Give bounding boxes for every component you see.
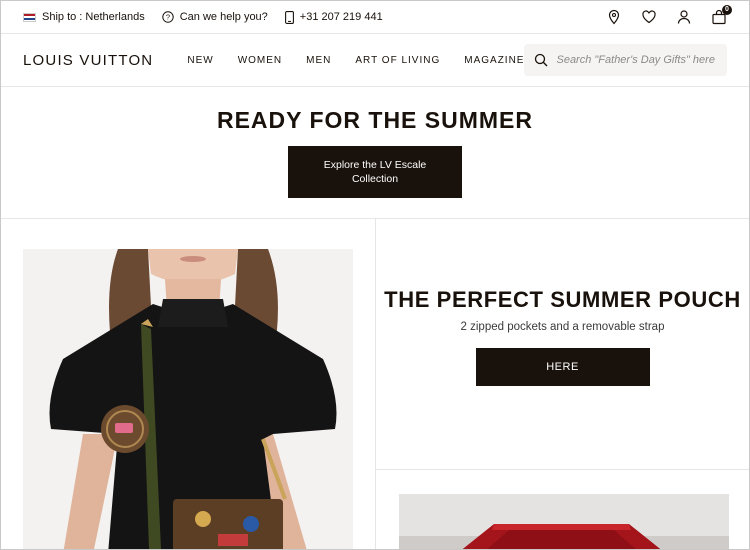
search-box[interactable] [524, 44, 727, 76]
account-icons: 0 [606, 5, 732, 25]
help-icon: ? [162, 11, 174, 23]
flag-nl-icon [23, 12, 36, 22]
product-teaser-image[interactable] [399, 494, 729, 549]
nav-item-women[interactable]: WOMEN [238, 55, 282, 66]
user-icon[interactable] [676, 9, 692, 25]
search-icon [534, 53, 548, 67]
phone-icon [284, 10, 294, 24]
svg-text:?: ? [166, 13, 170, 22]
promo-here-button[interactable]: HERE [475, 348, 650, 386]
main-nav: NEW WOMEN MEN ART OF LIVING MAGAZINE [187, 55, 524, 66]
phone-link[interactable]: +31 207 219 441 [284, 10, 383, 24]
cart-count-badge: 0 [722, 5, 732, 15]
nav-item-art-of-living[interactable]: ART OF LIVING [355, 55, 440, 66]
nav-item-magazine[interactable]: MAGAZINE [464, 55, 524, 66]
ship-to-link[interactable]: Ship to : Netherlands [23, 11, 145, 23]
main-header: LOUIS VUITTON NEW WOMEN MEN ART OF LIVIN… [1, 34, 749, 87]
page-frame: Ship to : Netherlands ? Can we help you?… [0, 0, 750, 550]
phone-label: +31 207 219 441 [299, 11, 383, 23]
promo-title: THE PERFECT SUMMER POUCH [384, 287, 741, 312]
location-pin-icon[interactable] [606, 9, 622, 25]
heart-icon[interactable] [641, 9, 657, 25]
content-grid: THE PERFECT SUMMER POUCH 2 zipped pocket… [1, 219, 749, 549]
help-label: Can we help you? [179, 11, 268, 23]
product-photo-panel [1, 219, 376, 549]
top-bar: Ship to : Netherlands ? Can we help you?… [1, 1, 749, 34]
nav-item-new[interactable]: NEW [187, 55, 213, 66]
bag-icon[interactable]: 0 [711, 5, 732, 25]
model-photo[interactable] [23, 249, 353, 549]
search-input[interactable] [556, 54, 717, 66]
hero-title: READY FOR THE SUMMER [216, 107, 534, 133]
help-link[interactable]: ? Can we help you? [162, 11, 268, 23]
promo-column: THE PERFECT SUMMER POUCH 2 zipped pocket… [376, 219, 749, 549]
hero-banner: READY FOR THE SUMMER Explore the LV Esca… [1, 87, 749, 219]
brand-logo[interactable]: LOUIS VUITTON [23, 52, 153, 69]
promo-subtitle: 2 zipped pockets and a removable strap [460, 321, 665, 333]
ship-to-label: Ship to : Netherlands [42, 11, 145, 23]
promo-pouch: THE PERFECT SUMMER POUCH 2 zipped pocket… [376, 219, 749, 471]
nav-item-men[interactable]: MEN [306, 55, 331, 66]
explore-collection-button[interactable]: Explore the LV Escale Collection [288, 146, 462, 198]
